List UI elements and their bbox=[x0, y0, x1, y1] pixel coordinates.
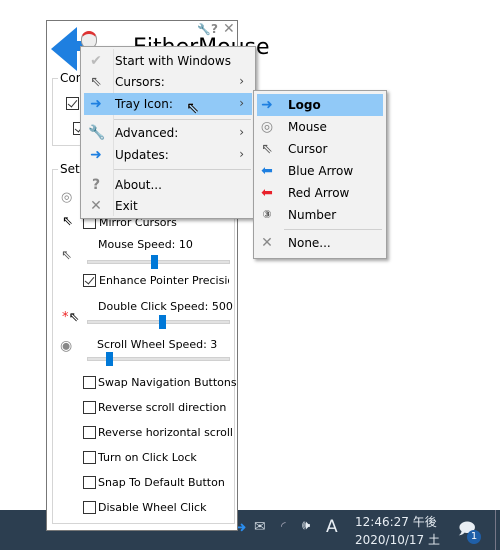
menu-item-updates[interactable]: ➜ Updates: › bbox=[84, 144, 252, 166]
wrench-icon: 🔧 bbox=[88, 125, 106, 141]
submenu-separator bbox=[284, 229, 382, 230]
menu-item-label: Advanced: bbox=[115, 126, 179, 140]
notification-badge: 1 bbox=[467, 530, 481, 544]
cursor-icon: ⇖ bbox=[261, 141, 273, 157]
help-icon: ? bbox=[91, 177, 101, 193]
mouse-pointer-icon: ⇖ bbox=[186, 98, 200, 117]
reverse-horizontal-checkbox[interactable] bbox=[83, 426, 96, 439]
submenu-item-label: Blue Arrow bbox=[288, 164, 354, 178]
enhance-precision-label: Enhance Pointer Precision bbox=[99, 274, 229, 287]
cursor-icon: ⇖ bbox=[62, 214, 73, 229]
close-icon[interactable]: ✕ bbox=[223, 21, 235, 37]
click-lock-label: Turn on Click Lock bbox=[98, 451, 197, 464]
scroll-speed-slider[interactable] bbox=[87, 352, 230, 366]
mouse-speed-label: Mouse Speed: 10 bbox=[98, 238, 193, 251]
menu-item-exit[interactable]: ✕ Exit bbox=[84, 195, 252, 217]
disable-wheel-click-label: Disable Wheel Click bbox=[98, 501, 207, 514]
submenu-item-label: Logo bbox=[288, 98, 321, 112]
menu-separator bbox=[114, 119, 251, 120]
swap-nav-label: Swap Navigation Buttons bbox=[98, 376, 237, 389]
chevron-right-icon: › bbox=[239, 147, 244, 161]
menu-item-label: Tray Icon: bbox=[115, 97, 173, 111]
double-click-slider[interactable] bbox=[87, 315, 230, 329]
submenu-item-label: Number bbox=[288, 208, 337, 222]
clock-date[interactable]: 2020/10/17 土 bbox=[355, 531, 440, 548]
reverse-scroll-label: Reverse scroll direction bbox=[98, 401, 227, 414]
ime-indicator[interactable]: A bbox=[326, 517, 338, 537]
context-menu: ✔ Start with Windows ⇖ Cursors: › ➜ Tray Ico… bbox=[80, 46, 256, 219]
clock-time[interactable]: 12:46:27 午後 bbox=[355, 513, 437, 530]
enhance-precision-checkbox[interactable] bbox=[83, 274, 96, 287]
number-icon: ③ bbox=[262, 208, 272, 221]
submenu-item-number[interactable]: ③ Number bbox=[257, 204, 383, 226]
check-icon: ✔ bbox=[90, 53, 102, 69]
mouse-speed-thumb[interactable] bbox=[151, 255, 158, 269]
scroll-wheel-icon: ◉ bbox=[60, 338, 73, 354]
menu-item-tray-icon[interactable]: ➜ Tray Icon: › bbox=[84, 93, 252, 115]
menu-item-label: Updates: bbox=[115, 148, 169, 162]
double-click-label: Double Click Speed: 500 bbox=[98, 300, 233, 313]
chevron-right-icon: › bbox=[239, 74, 244, 88]
submenu-item-label: Cursor bbox=[288, 142, 328, 156]
submenu-item-mouse[interactable]: ◎ Mouse bbox=[257, 116, 383, 138]
help-icon[interactable]: ? bbox=[211, 22, 218, 36]
tray-icon-submenu: ➜ Logo ◎ Mouse ⇖ Cursor ⬅ Blue Arrow ⬅ Red Ar… bbox=[253, 90, 387, 259]
snap-default-checkbox[interactable] bbox=[83, 476, 96, 489]
submenu-item-logo[interactable]: ➜ Logo bbox=[257, 94, 383, 116]
submenu-item-cursor[interactable]: ⇖ Cursor bbox=[257, 138, 383, 160]
double-click-icon: *⇖ bbox=[62, 310, 80, 325]
menu-separator bbox=[114, 169, 251, 170]
reverse-scroll-checkbox[interactable] bbox=[83, 401, 96, 414]
submenu-item-label: Red Arrow bbox=[288, 186, 350, 200]
mail-icon[interactable]: ✉ bbox=[254, 519, 266, 535]
snap-default-label: Snap To Default Button bbox=[98, 476, 225, 489]
show-desktop-button[interactable] bbox=[495, 510, 496, 550]
disable-wheel-click-checkbox[interactable] bbox=[83, 501, 96, 514]
blue-arrow-icon: ➜ bbox=[90, 147, 102, 163]
submenu-item-none[interactable]: ✕ None... bbox=[257, 232, 383, 254]
menu-item-label: Start with Windows bbox=[115, 54, 231, 68]
submenu-item-label: None... bbox=[288, 236, 331, 250]
mouse-speed-slider[interactable] bbox=[87, 255, 230, 269]
menu-item-advanced[interactable]: 🔧 Advanced: › bbox=[84, 122, 252, 144]
swap-nav-checkbox[interactable] bbox=[83, 376, 96, 389]
menu-item-start-with-windows[interactable]: ✔ Start with Windows bbox=[84, 50, 252, 72]
wrench-icon[interactable]: 🔧 bbox=[197, 23, 211, 36]
settings-group: Settings ◎ ⇖ Mirror Cursors ⇖ Mouse Spee… bbox=[52, 162, 237, 524]
controls-checkbox-1[interactable] bbox=[66, 97, 79, 110]
menu-item-label: About... bbox=[115, 178, 162, 192]
scroll-speed-label: Scroll Wheel Speed: 3 bbox=[97, 338, 218, 351]
chevron-right-icon: › bbox=[239, 96, 244, 110]
reverse-horizontal-label: Reverse horizontal scroll bbox=[98, 426, 233, 439]
wifi-icon[interactable]: ◜ bbox=[281, 519, 286, 533]
submenu-item-label: Mouse bbox=[288, 120, 327, 134]
mouse-speed-icon: ⇖ bbox=[61, 248, 72, 263]
tray-logo-icon: ➜ bbox=[90, 96, 102, 112]
blue-arrow-icon: ⬅ bbox=[261, 163, 273, 179]
menu-item-label: Exit bbox=[115, 199, 138, 213]
logo-icon: ➜ bbox=[261, 97, 273, 113]
red-arrow-icon: ⬅ bbox=[261, 185, 273, 201]
speaker-icon[interactable]: 🕪 bbox=[302, 518, 310, 533]
cursor-icon: ⇖ bbox=[90, 74, 102, 90]
click-lock-checkbox[interactable] bbox=[83, 451, 96, 464]
menu-item-label: Cursors: bbox=[115, 75, 165, 89]
menu-item-about[interactable]: ? About... bbox=[84, 174, 252, 196]
submenu-item-red-arrow[interactable]: ⬅ Red Arrow bbox=[257, 182, 383, 204]
double-click-thumb[interactable] bbox=[159, 315, 166, 329]
submenu-item-blue-arrow[interactable]: ⬅ Blue Arrow bbox=[257, 160, 383, 182]
close-icon: ✕ bbox=[90, 198, 102, 214]
close-icon: ✕ bbox=[261, 235, 273, 251]
chevron-right-icon: › bbox=[239, 125, 244, 139]
mouse-icon: ◎ bbox=[260, 119, 274, 135]
menu-item-cursors[interactable]: ⇖ Cursors: › bbox=[84, 71, 252, 93]
scroll-speed-thumb[interactable] bbox=[106, 352, 113, 366]
mouse-icon: ◎ bbox=[61, 190, 73, 205]
